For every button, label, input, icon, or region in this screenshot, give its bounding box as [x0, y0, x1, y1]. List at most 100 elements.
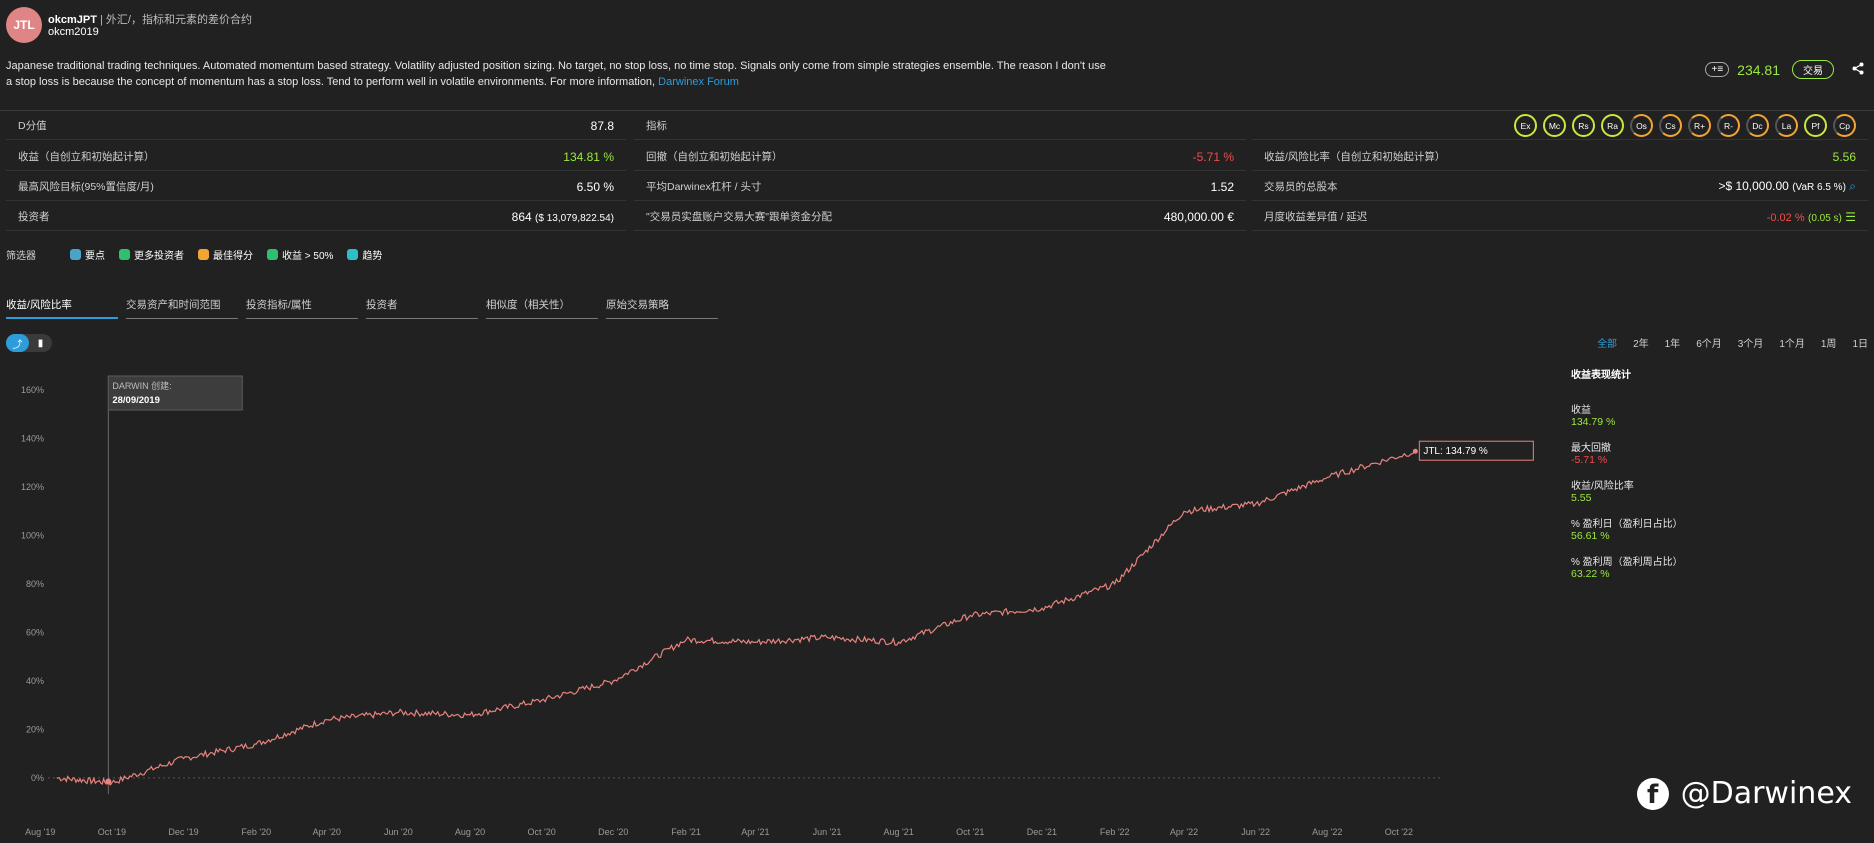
range-all[interactable]: 全部 [1597, 335, 1617, 350]
filter-return-50[interactable]: 收益 > 50% [267, 247, 333, 262]
creation-tooltip: DARWIN 创建: 28/09/2019 [107, 375, 243, 411]
stat-value: 56.61 % [1571, 530, 1610, 542]
allocation-row: "交易员实盘账户交易大赛"跟单资金分配 480,000.00 € [634, 203, 1246, 231]
badge-dc-icon[interactable]: Dc [1746, 114, 1769, 137]
leverage-value: 1.52 [1210, 179, 1234, 194]
stat-return: 收益 134.79 % [1571, 401, 1751, 428]
monthly-delay: (0.05 s) [1807, 212, 1842, 224]
avatar[interactable]: JTL [6, 7, 42, 43]
badge-ra-icon[interactable]: Ra [1601, 114, 1624, 137]
y-tick-label: 140% [21, 434, 44, 444]
drawdown-row: 回撤（自创立和初始起计算） -5.71 % [634, 143, 1246, 171]
strategy-description: Japanese traditional trading techniques.… [6, 58, 1106, 90]
tab-strategy[interactable]: 原始交易策略 [606, 297, 718, 319]
darwinex-watermark: f @Darwinex [1636, 776, 1852, 811]
x-tick-label: Dec '20 [598, 827, 628, 837]
magnifier-icon[interactable]: ⌕ [1849, 179, 1856, 193]
stats-column-2: 指标 回撤（自创立和初始起计算） -5.71 % 平均Darwinex杠杆 / … [634, 112, 1246, 238]
d-score-value: 87.8 [590, 118, 614, 133]
investors-amount: ($ 13,079,822.54) [535, 212, 614, 224]
forum-link[interactable]: Darwinex Forum [658, 76, 739, 88]
x-tick-label: Dec '21 [1027, 827, 1057, 837]
range-1m[interactable]: 1个月 [1779, 335, 1805, 350]
x-tick-label: Dec '19 [168, 827, 198, 837]
facebook-icon: f [1636, 777, 1669, 810]
watermark-text: @Darwinex [1680, 776, 1852, 811]
tab-investors[interactable]: 投资者 [366, 297, 478, 319]
monthly-diff: -0.02 % [1766, 211, 1805, 224]
filter-key-points[interactable]: 要点 [70, 247, 105, 262]
bar-chart-icon[interactable]: ▮ [29, 334, 52, 352]
x-tick-label: Apr '21 [741, 827, 769, 837]
series-tooltip: JTL: 134.79 % [1418, 440, 1534, 461]
range-2y[interactable]: 2年 [1633, 335, 1649, 350]
bars-icon[interactable]: ☰ [1845, 210, 1856, 224]
capital-row: 交易员的总股本 >$ 10,000.00 (VaR 6.5 %) ⌕ [1252, 173, 1868, 201]
hexagon-icon [347, 249, 359, 260]
trade-button[interactable]: 交易 [1792, 60, 1834, 79]
capital-label: 交易员的总股本 [1264, 181, 1338, 193]
badge-os-icon[interactable]: Os [1630, 114, 1653, 137]
tab-assets[interactable]: 交易资产和时间范围 [126, 297, 238, 319]
badge-pf-icon[interactable]: Pf [1804, 114, 1827, 137]
description-text: Japanese traditional trading techniques.… [6, 60, 1106, 88]
d-score-label: D分值 [18, 120, 47, 132]
badge-mc-icon[interactable]: Mc [1543, 114, 1566, 137]
trader-name-text[interactable]: okcmJPT [48, 14, 97, 26]
drawdown-label: 回撤（自创立和初始起计算） [646, 151, 783, 163]
filter-label: 最佳得分 [213, 251, 253, 262]
darwin-price: 234.81 [1737, 61, 1780, 78]
stat-rr: 收益/风险比率 5.55 [1571, 477, 1751, 504]
range-3m[interactable]: 3个月 [1738, 335, 1764, 350]
badge-cp-icon[interactable]: Cp [1833, 114, 1856, 137]
return-chart[interactable]: 0% 20% 40% 60% 80% 100% 120% 140% 160% Aug '19 Oc… [0, 360, 1560, 843]
trader-name[interactable]: okcmJPT | 外汇/，指标和元素的差价合约 [48, 11, 252, 27]
range-1w[interactable]: 1周 [1821, 335, 1837, 350]
stat-value: -5.71 % [1571, 454, 1608, 466]
tab-return-risk[interactable]: 收益/风险比率 [6, 297, 118, 319]
hexagon-icon [198, 249, 209, 260]
stat-label: 收益/风险比率 [1571, 481, 1634, 492]
x-tick-label: Jun '20 [384, 827, 413, 837]
risk-row: 最高风险目标(95%置信度/月) 6.50 % [6, 173, 626, 201]
tab-attributes[interactable]: 投资指标/属性 [246, 297, 358, 319]
y-tick-label: 120% [21, 482, 44, 492]
tab-correlation[interactable]: 相似度（相关性） [486, 297, 598, 319]
return-row: 收益（自创立和初始起计算） 134.81 % [6, 143, 626, 171]
monthly-label: 月度收益差异值 / 延迟 [1264, 211, 1368, 223]
investors-count: 864 [511, 209, 532, 224]
performance-stats: 收益表现统计 收益 134.79 % 最大回撤 -5.71 % 收益/风险比率 5.5… [1571, 366, 1751, 591]
filter-more-investors[interactable]: 更多投资者 [119, 247, 184, 262]
risk-label: 最高风险目标(95%置信度/月) [18, 181, 154, 193]
badge-rplus-icon[interactable]: R+ [1688, 114, 1711, 137]
performance-stats-title: 收益表现统计 [1571, 370, 1631, 381]
rr-row: 收益/风险比率（自创立和初始起计算） 5.56 [1252, 143, 1868, 171]
badge-rminus-icon[interactable]: R- [1717, 114, 1740, 137]
return-label: 收益（自创立和初始起计算） [18, 151, 155, 163]
x-tick-label: Feb '22 [1100, 827, 1130, 837]
range-1d[interactable]: 1日 [1852, 335, 1868, 350]
badge-ex-icon[interactable]: Ex [1514, 114, 1537, 137]
x-tick-label: Oct '21 [956, 827, 984, 837]
series-start-point [105, 778, 112, 785]
drawdown-value: -5.71 % [1192, 149, 1234, 164]
stats-column-3: Ex Mc Rs Ra Os Cs R+ R- Dc La Pf Cp 收益/风险比率（自创立和初始起… [1252, 112, 1868, 238]
range-1y[interactable]: 1年 [1665, 335, 1681, 350]
badge-la-icon[interactable]: La [1775, 114, 1798, 137]
badges-row: Ex Mc Rs Ra Os Cs R+ R- Dc La Pf Cp [1252, 112, 1868, 140]
rr-label: 收益/风险比率（自创立和初始起计算） [1264, 151, 1446, 163]
badge-rs-icon[interactable]: Rs [1572, 114, 1595, 137]
chart-type-toggle[interactable]: ⤴ ▮ [6, 334, 52, 352]
x-tick-label: Oct '22 [1385, 827, 1413, 837]
leverage-label: 平均Darwinex杠杆 / 头寸 [646, 181, 762, 193]
filter-trend[interactable]: 趋势 [347, 247, 382, 262]
hexagon-icon [70, 249, 81, 260]
filter-best-score[interactable]: 最佳得分 [198, 247, 253, 262]
line-chart-icon[interactable]: ⤴ [6, 334, 29, 352]
badge-cs-icon[interactable]: Cs [1659, 114, 1682, 137]
x-tick-label: Aug '19 [25, 827, 55, 837]
indicators-row: 指标 [634, 112, 1246, 140]
add-to-watchlist-button[interactable]: +≡ [1705, 62, 1730, 77]
range-6m[interactable]: 6个月 [1696, 335, 1722, 350]
share-icon[interactable] [1852, 62, 1864, 78]
